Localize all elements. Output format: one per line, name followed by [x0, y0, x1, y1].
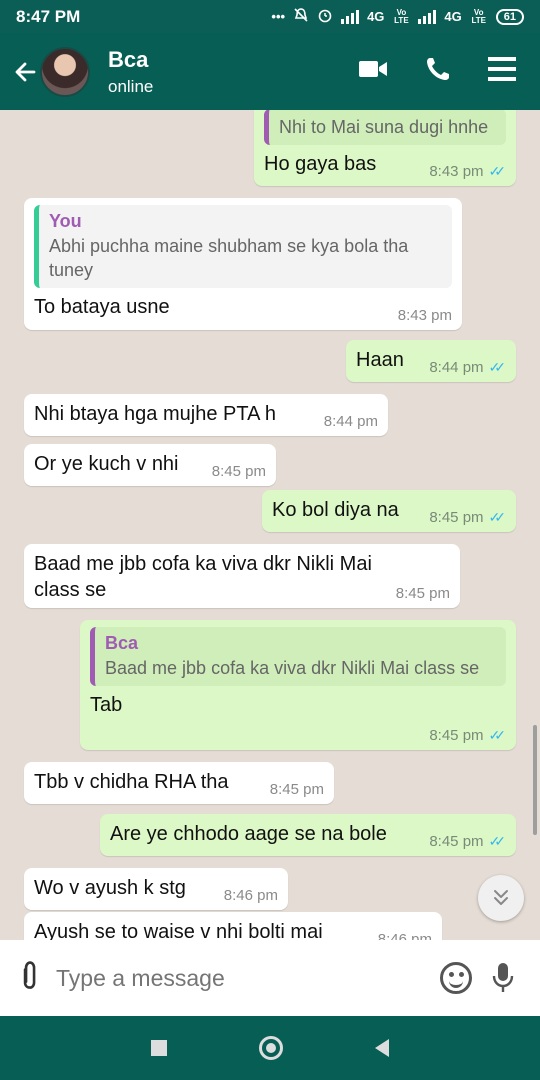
attach-icon[interactable]: [7, 956, 52, 1001]
contact-info[interactable]: Bca online: [108, 47, 153, 97]
message-text: Haan: [356, 349, 404, 371]
network-label-2: 4G: [444, 9, 462, 24]
message-text: Ayush se to waise v nhi bolti mai: [34, 921, 323, 940]
message-text: Wo v ayush k stg: [34, 877, 186, 899]
message-time: 8:45 pm: [429, 727, 484, 744]
message-incoming[interactable]: Or ye kuch v nhi 8:45 pm: [24, 444, 276, 486]
message-time: 8:43 pm: [429, 163, 484, 180]
quoted-message[interactable]: Nhi to Mai suna dugi hnhe: [264, 110, 506, 145]
home-icon[interactable]: [259, 1036, 283, 1060]
quoted-author: Bca: [105, 633, 139, 653]
message-time: 8:45 pm: [429, 833, 484, 850]
quoted-text: Nhi to Mai suna dugi hnhe: [279, 117, 489, 137]
volte-icon: Vo LTE: [394, 7, 409, 25]
message-outgoing[interactable]: Ko bol diya na 8:45 pm ✓✓: [262, 490, 516, 532]
message-time: 8:43 pm: [397, 307, 452, 324]
message-outgoing[interactable]: Are ye chhodo aage se na bole 8:45 pm ✓✓: [100, 814, 516, 856]
chat-area[interactable]: Nhi to Mai suna dugi hnhe Ho gaya bas 8:…: [0, 110, 540, 940]
phone-icon[interactable]: [424, 55, 452, 88]
message-time: 8:45 pm: [269, 781, 324, 798]
read-ticks-icon: ✓✓: [488, 509, 507, 525]
message-incoming[interactable]: Ayush se to waise v nhi bolti mai 8:46 p…: [24, 912, 442, 940]
network-label-1: 4G: [367, 9, 385, 24]
scroll-to-bottom-button[interactable]: [478, 875, 524, 921]
status-dots: •••: [271, 9, 286, 24]
recents-icon[interactable]: [151, 1040, 167, 1056]
status-time: 8:47 PM: [16, 6, 81, 26]
quoted-author: You: [49, 211, 82, 231]
message-incoming[interactable]: You Abhi puchha maine shubham se kya bol…: [24, 198, 462, 330]
message-text: Tbb v chidha RHA tha: [34, 771, 229, 793]
message-text: Or ye kuch v nhi: [34, 453, 179, 475]
read-ticks-icon: ✓✓: [488, 163, 507, 179]
message-text: Tab: [90, 694, 123, 716]
message-time: 8:44 pm: [323, 413, 378, 430]
message-time: 8:45 pm: [211, 463, 266, 480]
message-incoming[interactable]: Nhi btaya hga mujhe PTA h 8:44 pm: [24, 394, 388, 436]
message-outgoing[interactable]: Nhi to Mai suna dugi hnhe Ho gaya bas 8:…: [254, 110, 516, 186]
message-incoming[interactable]: Baad me jbb cofa ka viva dkr Nikli Mai c…: [24, 544, 460, 608]
message-text: Baad me jbb cofa ka viva dkr Nikli Mai c…: [34, 553, 372, 601]
signal-icon: [418, 9, 437, 24]
message-incoming[interactable]: Tbb v chidha RHA tha 8:45 pm: [24, 762, 334, 804]
message-outgoing[interactable]: Haan 8:44 pm ✓✓: [346, 340, 516, 382]
emoji-icon[interactable]: [440, 962, 472, 994]
message-text: Are ye chhodo aage se na bole: [110, 823, 387, 845]
message-composer: [0, 940, 540, 1016]
system-nav-bar: [0, 1016, 540, 1080]
silent-icon: [293, 7, 309, 26]
message-outgoing[interactable]: Bca Baad me jbb cofa ka viva dkr Nikli M…: [80, 620, 516, 750]
nav-back-icon[interactable]: [375, 1039, 389, 1057]
message-text: Ko bol diya na: [272, 499, 399, 521]
quoted-message[interactable]: Bca Baad me jbb cofa ka viva dkr Nikli M…: [90, 627, 506, 686]
signal-icon: [341, 9, 360, 24]
message-time: 8:46 pm: [223, 887, 278, 904]
battery-icon: 61: [495, 8, 524, 25]
quoted-text: Abhi puchha maine shubham se kya bola th…: [49, 236, 409, 280]
double-chevron-down-icon: [494, 890, 508, 905]
header-actions: [358, 55, 516, 88]
message-time: 8:45 pm: [395, 585, 450, 602]
status-icons: ••• 4G Vo LTE 4G Vo LTE 61: [271, 7, 524, 26]
video-call-icon[interactable]: [358, 58, 388, 85]
quoted-text: Baad me jbb cofa ka viva dkr Nikli Mai c…: [105, 658, 480, 678]
contact-status: online: [108, 76, 154, 96]
menu-icon[interactable]: [488, 56, 516, 87]
microphone-icon[interactable]: [492, 962, 514, 994]
avatar[interactable]: [40, 46, 90, 97]
contact-name: Bca: [108, 46, 149, 72]
quoted-message[interactable]: You Abhi puchha maine shubham se kya bol…: [34, 205, 452, 288]
read-ticks-icon: ✓✓: [488, 833, 507, 849]
read-ticks-icon: ✓✓: [488, 359, 507, 375]
message-text: Ho gaya bas: [264, 153, 377, 175]
message-incoming[interactable]: Wo v ayush k stg 8:46 pm: [24, 868, 288, 910]
volte-icon: Vo LTE: [471, 7, 486, 25]
message-input[interactable]: [56, 964, 440, 992]
message-time: 8:46 pm: [377, 931, 432, 940]
chat-header: Bca online: [0, 33, 540, 110]
message-text: Nhi btaya hga mujhe PTA h: [34, 403, 276, 425]
status-bar: 8:47 PM ••• 4G Vo LTE 4G Vo LTE 61: [0, 0, 540, 33]
message-time: 8:44 pm: [429, 359, 484, 376]
message-text: To bataya usne: [34, 296, 170, 318]
read-ticks-icon: ✓✓: [488, 727, 507, 743]
message-time: 8:45 pm: [429, 509, 484, 526]
back-arrow-icon[interactable]: [8, 55, 42, 89]
scrollbar[interactable]: [533, 725, 537, 835]
alarm-icon: [317, 7, 333, 26]
